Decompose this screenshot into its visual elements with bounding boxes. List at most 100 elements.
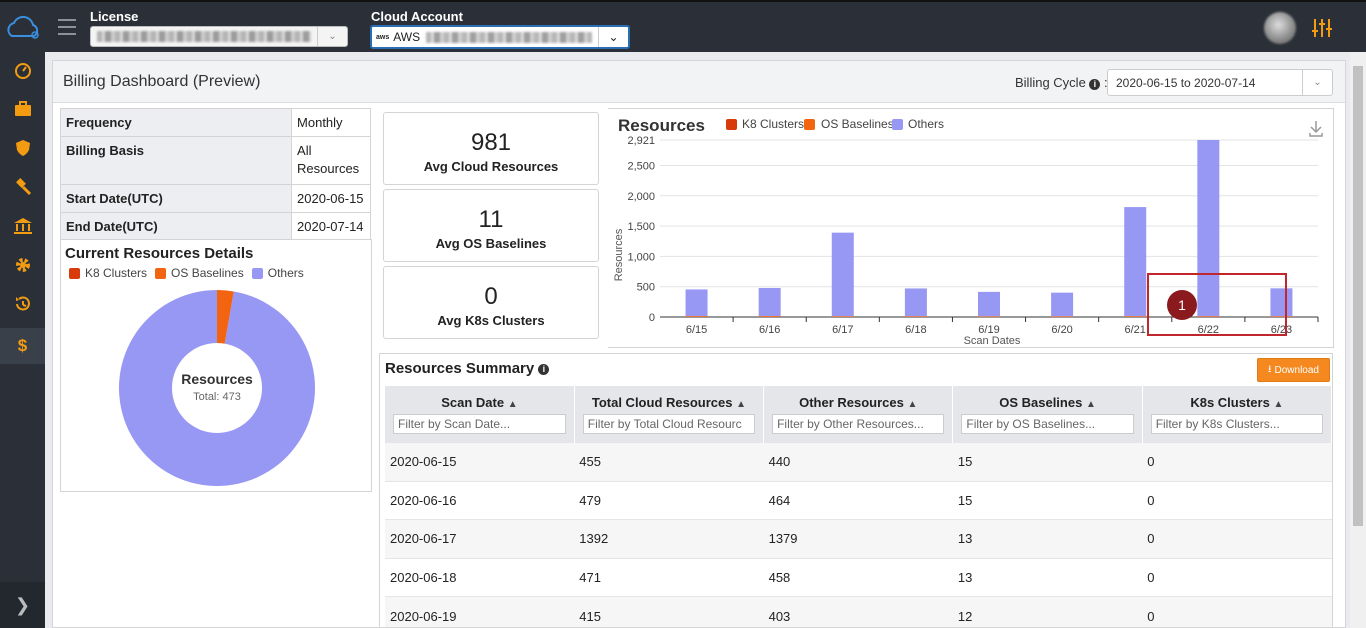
gear-icon[interactable] [0, 247, 45, 283]
cell-total-cloud-resources: 471 [574, 557, 764, 597]
download-chart-icon[interactable] [1309, 121, 1323, 137]
info-icon[interactable]: i [1089, 79, 1101, 90]
table-row[interactable]: 2020-06-17 1392 1379 13 0 [385, 519, 1332, 558]
avatar[interactable] [1264, 12, 1296, 44]
license-select[interactable]: ⌄ [90, 26, 348, 47]
bar-others[interactable] [904, 288, 927, 317]
sort-icon[interactable]: ▲︎ [1086, 399, 1096, 410]
y-tick-label: 500 [637, 282, 655, 294]
menu-icon[interactable] [58, 19, 76, 35]
scrollbar-thumb[interactable] [1353, 66, 1363, 526]
bank-icon[interactable] [0, 208, 45, 244]
table-row[interactable]: 2020-06-15 455 440 15 0 [385, 442, 1332, 481]
current-resources-card: Current Resources Details K8 Clusters OS… [60, 239, 372, 492]
legend-k8[interactable]: K8 Clusters [85, 266, 147, 280]
bar-others[interactable] [758, 287, 781, 317]
bar-os-baselines[interactable] [685, 316, 708, 317]
table-row[interactable]: 2020-06-19 415 403 12 0 [385, 596, 1332, 627]
table-row: Start Date(UTC) 2020-06-15 [59, 184, 371, 213]
column-header-os-baselines[interactable]: OS Baselines ▲︎ [952, 386, 1143, 414]
resources-summary-table: Scan Date ▲︎ Total Cloud Resources ▲︎ Ot… [385, 386, 1333, 627]
x-tick-label: 6/17 [832, 324, 853, 336]
sort-icon[interactable]: ▲︎ [508, 399, 518, 410]
bar-os-baselines[interactable] [831, 316, 854, 318]
filter-other-resources-input[interactable] [772, 414, 945, 434]
history-icon[interactable] [0, 286, 45, 322]
donut-hole [172, 343, 262, 433]
chart-legend-others[interactable]: Others [908, 117, 944, 131]
chevron-right-icon[interactable]: ❯ [0, 582, 45, 628]
bar-others[interactable] [831, 232, 854, 317]
bar-os-baselines[interactable] [758, 316, 781, 317]
page-scrollbar[interactable] [1350, 52, 1366, 628]
gavel-icon[interactable] [0, 169, 45, 205]
shield-icon[interactable] [0, 130, 45, 166]
x-tick-label: 6/20 [1051, 324, 1072, 336]
donut-chart[interactable]: Resources Total: 473 [115, 286, 319, 490]
bar-others[interactable] [1051, 292, 1074, 317]
page-header: Billing Dashboard (Preview) Billing Cycl… [53, 61, 1345, 103]
annotation-step-badge: 1 [1167, 290, 1197, 320]
filter-cell [385, 414, 575, 443]
legend-os[interactable]: OS Baselines [171, 266, 244, 280]
stat-card-os-baselines: 11 Avg OS Baselines [383, 189, 599, 262]
filter-os-baselines-input[interactable] [961, 414, 1134, 434]
download-button[interactable]: ⭳ Download [1257, 358, 1330, 382]
cloud-account-select[interactable]: aws AWS ⌄ [370, 25, 630, 49]
cell-scan-date: 2020-06-15 [385, 442, 575, 481]
sort-icon[interactable]: ▲︎ [907, 399, 917, 410]
cell-scan-date: 2020-06-16 [385, 480, 575, 520]
page-title: Billing Dashboard (Preview) [63, 73, 261, 90]
chart-legend-k8[interactable]: K8 Clusters [742, 117, 804, 131]
filter-scan-date-input[interactable] [393, 414, 566, 434]
sort-icon[interactable]: ▲︎ [736, 399, 746, 410]
column-header-scan-date[interactable]: Scan Date ▲︎ [385, 386, 575, 414]
info-icon[interactable]: i [538, 364, 550, 375]
table-row[interactable]: 2020-06-18 471 458 13 0 [385, 557, 1332, 597]
x-tick-label: 6/16 [759, 324, 780, 336]
cloud-logo-icon[interactable] [4, 14, 44, 42]
filter-total-cloud-resources-input[interactable] [582, 414, 756, 434]
frequency-value: Monthly [291, 108, 371, 137]
cell-total-cloud-resources: 1392 [574, 519, 764, 558]
table-row[interactable]: 2020-06-16 479 464 15 0 [385, 480, 1332, 520]
x-tick-label: 6/19 [978, 324, 999, 336]
column-header-k8s-clusters[interactable]: K8s Clusters ▲︎ [1142, 386, 1333, 414]
sort-icon[interactable]: ▲︎ [1273, 399, 1283, 410]
bar-others[interactable] [978, 291, 1000, 317]
chart-legend-os[interactable]: OS Baselines [821, 117, 894, 131]
column-header-total-cloud-resources[interactable]: Total Cloud Resources ▲︎ [574, 386, 765, 414]
billing-basis-label: Billing Basis [59, 136, 293, 185]
legend-others[interactable]: Others [268, 266, 304, 280]
cell-other-resources: 1379 [763, 519, 953, 558]
bar-os-baselines[interactable] [904, 316, 927, 318]
sliders-icon[interactable] [1310, 16, 1334, 40]
filter-k8s-clusters-input[interactable] [1150, 414, 1323, 434]
column-header-other-resources[interactable]: Other Resources ▲︎ [763, 386, 954, 414]
donut-title: Current Resources Details [65, 245, 254, 262]
chart-legend: K8 Clusters OS Baselines Others [726, 117, 944, 131]
x-tick-label: 6/21 [1125, 324, 1146, 336]
billing-cycle-value: 2020-06-15 to 2020-07-14 [1116, 75, 1256, 90]
cell-os-baselines: 13 [952, 557, 1143, 597]
legend-swatch-os [804, 119, 815, 130]
cell-scan-date: 2020-06-19 [385, 596, 575, 627]
x-axis-label: Scan Dates [964, 335, 1021, 347]
stat-value: 0 [484, 283, 498, 310]
bar-os-baselines[interactable] [978, 316, 1000, 318]
download-label: Download [1274, 364, 1319, 376]
chevron-down-icon: ⌄ [317, 27, 347, 46]
legend-swatch-others [892, 119, 903, 130]
billing-cycle-select[interactable]: 2020-06-15 to 2020-07-14 ⌄ [1107, 69, 1333, 96]
bar-others[interactable] [685, 289, 708, 317]
bar-os-baselines[interactable] [1051, 316, 1074, 318]
column-label: Other Resources [799, 395, 904, 410]
top-bar: License ⌄ Cloud Account aws AWS ⌄ [0, 0, 1366, 52]
summary-title-text: Resources Summary [385, 360, 535, 377]
briefcase-icon[interactable] [0, 91, 45, 127]
speedometer-icon[interactable] [0, 52, 45, 88]
dollar-icon[interactable]: $ [0, 328, 45, 364]
bar-others[interactable] [1124, 207, 1147, 317]
bar-os-baselines[interactable] [1124, 316, 1147, 317]
legend-swatch-k8 [726, 119, 737, 130]
